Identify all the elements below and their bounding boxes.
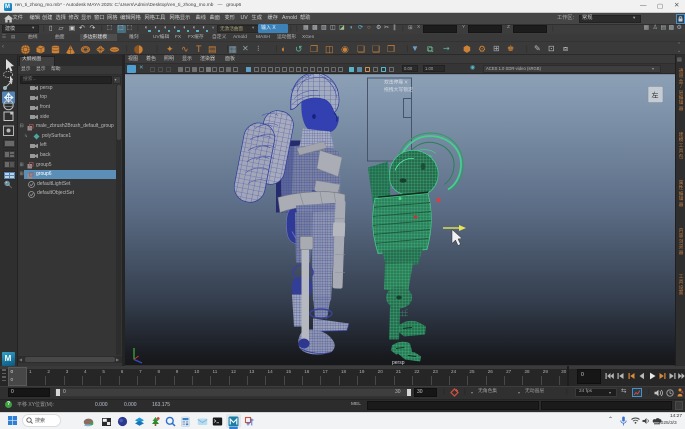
svg-text:拖拽大写锁定: 拖拽大写锁定 [384,86,413,93]
svg-text:persp: persp [392,360,405,365]
svg-text:左: 左 [652,90,659,99]
svg-text:双击停靠 X: 双击停靠 X [384,78,409,85]
